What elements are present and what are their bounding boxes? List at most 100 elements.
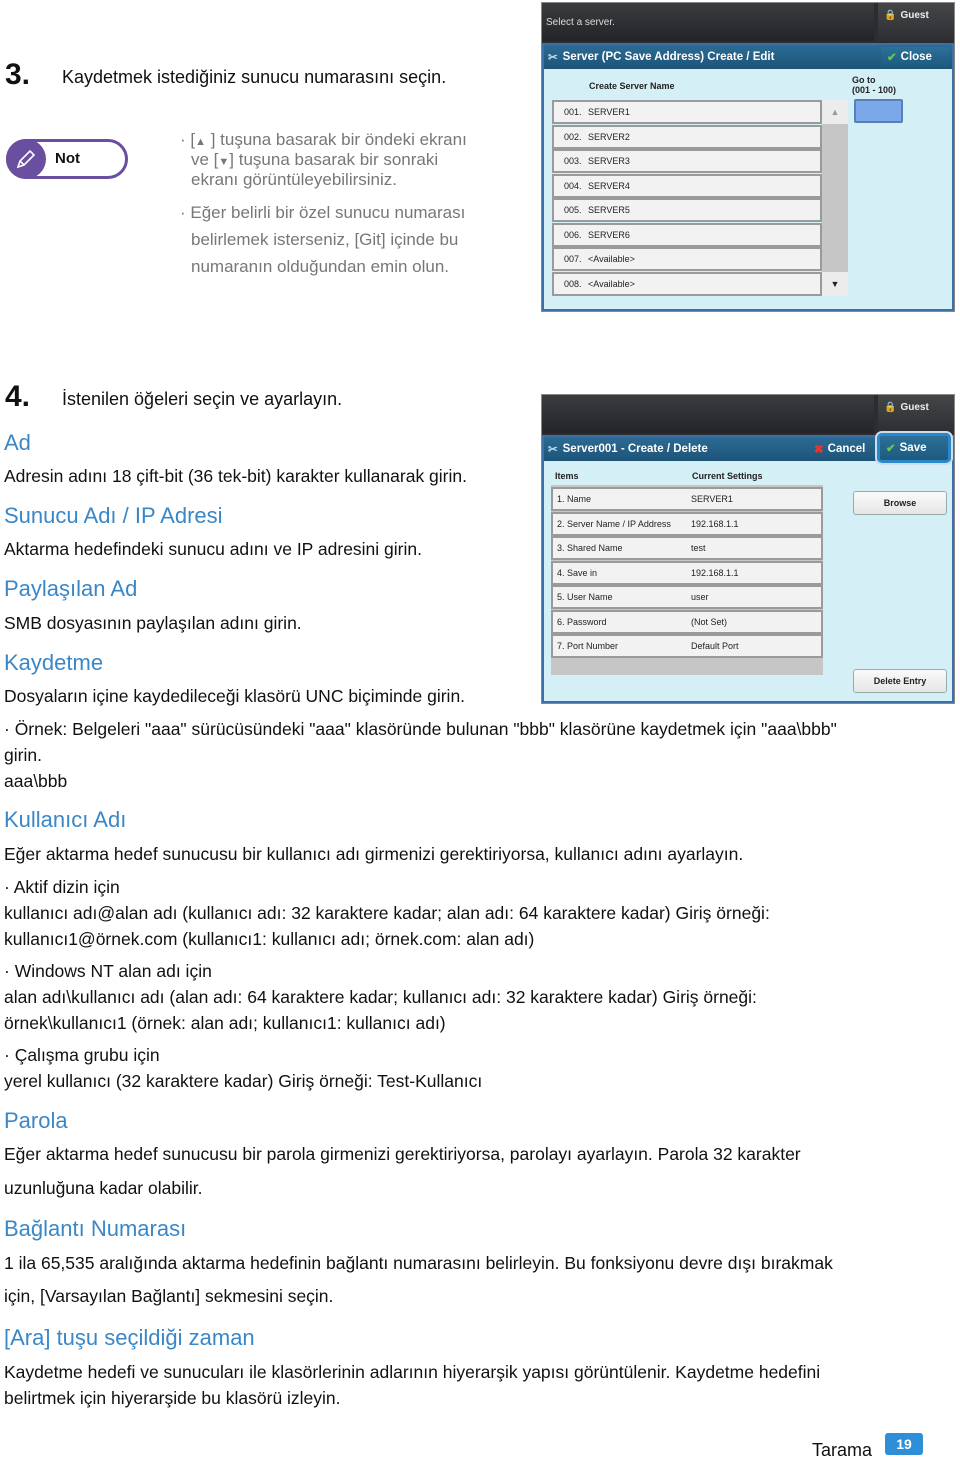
server-row[interactable]: 006. SERVER6	[552, 222, 822, 247]
page-number: 19	[885, 1433, 923, 1455]
server-edit-screen: 🔒 Guest ✂ Server001 - Create / Delete ✖ Ca…	[541, 394, 955, 704]
section-heading-password: Parola	[4, 1108, 68, 1133]
note-item-1: · [▲ ] tuşuna basarak bir öndeki ekranı …	[180, 131, 467, 189]
down-arrow-icon: ▼	[218, 156, 230, 168]
section-text-port: 1 ila 65,535 aralığında aktarma hedefini…	[4, 1250, 833, 1309]
save-button[interactable]: ✔ Save	[875, 431, 953, 465]
goto-label: Go to (001 - 100)	[852, 75, 896, 95]
section-text-password: Eğer aktarma hedef sunucusu bir parola g…	[4, 1141, 801, 1201]
note-item-2: · Eğer belirli bir özel sunucu numarası …	[180, 199, 465, 280]
note-text: numaranın olduğundan emin olun.	[191, 257, 450, 276]
bullet-text: kullanıcı1@örnek.com (kullanıcı1: kullan…	[4, 929, 535, 949]
section-text-browse: Kaydetme hedefi ve sunucuları ile klasör…	[4, 1359, 820, 1411]
setting-item: 6. Password	[557, 616, 607, 627]
section-text-ad: Adresin adını 18 çift-bit (36 tek-bit) k…	[4, 466, 467, 486]
setting-value: user	[691, 592, 709, 602]
setting-item: 3. Shared Name	[557, 543, 623, 553]
check-icon: ✔	[887, 52, 897, 64]
settings-row[interactable]: 4. Save in 192.168.1.1	[551, 560, 823, 585]
setting-item: 1. Name	[557, 494, 592, 504]
step-4-text: İstenilen öğeleri seçin ve ayarlayın.	[62, 389, 343, 409]
note-text: ve [	[191, 150, 219, 169]
windows-nt-block: · Windows NT alan adı için alan adı\kull…	[4, 958, 757, 1036]
goto-input[interactable]	[854, 99, 903, 123]
bullet-text: yerel kullanıcı (32 karaktere kadar) Gir…	[4, 1071, 483, 1091]
pencil-icon	[6, 139, 46, 179]
goto-label-line: Go to	[852, 75, 876, 85]
tools-icon: ✂	[548, 444, 558, 456]
active-directory-block: · Aktif dizin için kullanıcı adı@alan ad…	[4, 874, 770, 952]
setting-item: 2. Server Name / IP Address	[557, 518, 671, 529]
server-name: <Available>	[588, 254, 635, 264]
server-name: SERVER1	[588, 107, 630, 117]
step-4-number: 4.	[5, 380, 31, 413]
server-name: SERVER5	[588, 205, 630, 215]
setting-value: 192.168.1.1	[691, 567, 739, 578]
up-arrow-icon: ▲	[195, 136, 206, 148]
settings-row[interactable]: 6. Password (Not Set)	[551, 609, 823, 634]
note-text: ekranı görüntüleyebilirsiniz.	[191, 170, 397, 189]
save-label: Save	[899, 442, 927, 454]
note-label: Not	[55, 150, 80, 167]
lock-icon: 🔒	[884, 401, 897, 413]
section-heading-ad: Ad	[4, 430, 31, 455]
column-header: Create Server Name	[589, 81, 675, 91]
note-text: belirlemek isterseniz, [Git] içinde bu	[191, 230, 459, 249]
scroll-down-button[interactable]: ▼	[822, 272, 848, 296]
save-example: · Örnek: Belgeleri "aaa" sürücüsündeki "…	[4, 716, 837, 794]
settings-row[interactable]: 1. Name SERVER1	[551, 487, 823, 511]
body-line: belirtmek için hiyerarşide bu klasörü iz…	[4, 1388, 341, 1408]
cancel-button[interactable]: ✖ Cancel	[810, 439, 876, 459]
server-number: 006.	[564, 229, 582, 240]
server-row[interactable]: 003. SERVER3	[552, 149, 822, 173]
setting-item: 4. Save in	[557, 567, 598, 578]
server-name: SERVER2	[588, 131, 630, 142]
browse-button[interactable]: Browse	[853, 491, 947, 515]
server-name: <Available>	[588, 278, 635, 289]
close-label: Close	[900, 51, 932, 63]
server-name: SERVER4	[588, 180, 630, 191]
server-name: SERVER3	[588, 156, 630, 166]
delete-entry-button[interactable]: Delete Entry	[853, 669, 947, 693]
server-number: 003.	[564, 156, 582, 166]
server-name: SERVER6	[588, 229, 630, 240]
note-text: ] tuşuna basarak bir öndeki ekranı	[206, 130, 467, 149]
bullet-text: alan adı\kullanıcı adı (alan adı: 64 kar…	[4, 987, 757, 1007]
server-row[interactable]: 004. SERVER4	[552, 173, 822, 198]
cancel-icon: ✖	[814, 444, 824, 456]
settings-row[interactable]: 5. User Name user	[551, 585, 823, 609]
close-button[interactable]: ✔ Close	[881, 47, 950, 67]
setting-value: (Not Set)	[691, 616, 728, 627]
example-value: aaa\bbb	[4, 771, 68, 791]
server-number: 007.	[564, 254, 582, 264]
status-bar: Select a server.	[542, 3, 874, 41]
settings-row[interactable]: 7. Port Number Default Port	[551, 634, 823, 658]
server-row[interactable]: 005. SERVER5	[552, 198, 822, 222]
server-row[interactable]: 002. SERVER2	[552, 124, 822, 149]
guest-button[interactable]: 🔒 Guest	[878, 3, 954, 41]
server-number: 008.	[564, 278, 582, 289]
server-row[interactable]: 007. <Available>	[552, 247, 822, 271]
server-row[interactable]: 008. <Available>	[552, 271, 822, 296]
server-panel: ✂ Server (PC Save Address) Create / Edit…	[542, 43, 954, 311]
setting-value: 192.168.1.1	[691, 518, 739, 529]
server-number: 004.	[564, 180, 582, 191]
footer-section: Tarama	[812, 1440, 873, 1460]
server-row[interactable]: 001. SERVER1	[552, 100, 822, 124]
scroll-up-button[interactable]: ▲	[822, 100, 848, 124]
settings-row[interactable]: 3. Shared Name test	[551, 536, 823, 560]
section-text-shared: SMB dosyasının paylaşılan adını girin.	[4, 613, 302, 633]
section-heading-server: Sunucu Adı / IP Adresi	[4, 503, 223, 528]
setting-value: SERVER1	[691, 494, 733, 504]
scrollbar[interactable]	[822, 100, 848, 296]
workgroup-block: · Çalışma grubu için yerel kullanıcı (32…	[4, 1042, 482, 1094]
column-header-settings: Current Settings	[692, 471, 763, 481]
setting-item: 7. Port Number	[557, 641, 619, 651]
section-text-save: Dosyaların içine kaydedileceği klasörü U…	[4, 686, 466, 706]
note-text: ] tuşuna basarak bir sonraki	[229, 150, 439, 169]
settings-row[interactable]: 2. Server Name / IP Address 192.168.1.1	[551, 511, 823, 536]
step-3-number: 3.	[5, 58, 31, 91]
guest-button[interactable]: 🔒 Guest	[878, 395, 954, 433]
bullet-title: · Aktif dizin için	[4, 877, 120, 897]
body-line: uzunluğuna kadar olabilir.	[4, 1178, 203, 1198]
